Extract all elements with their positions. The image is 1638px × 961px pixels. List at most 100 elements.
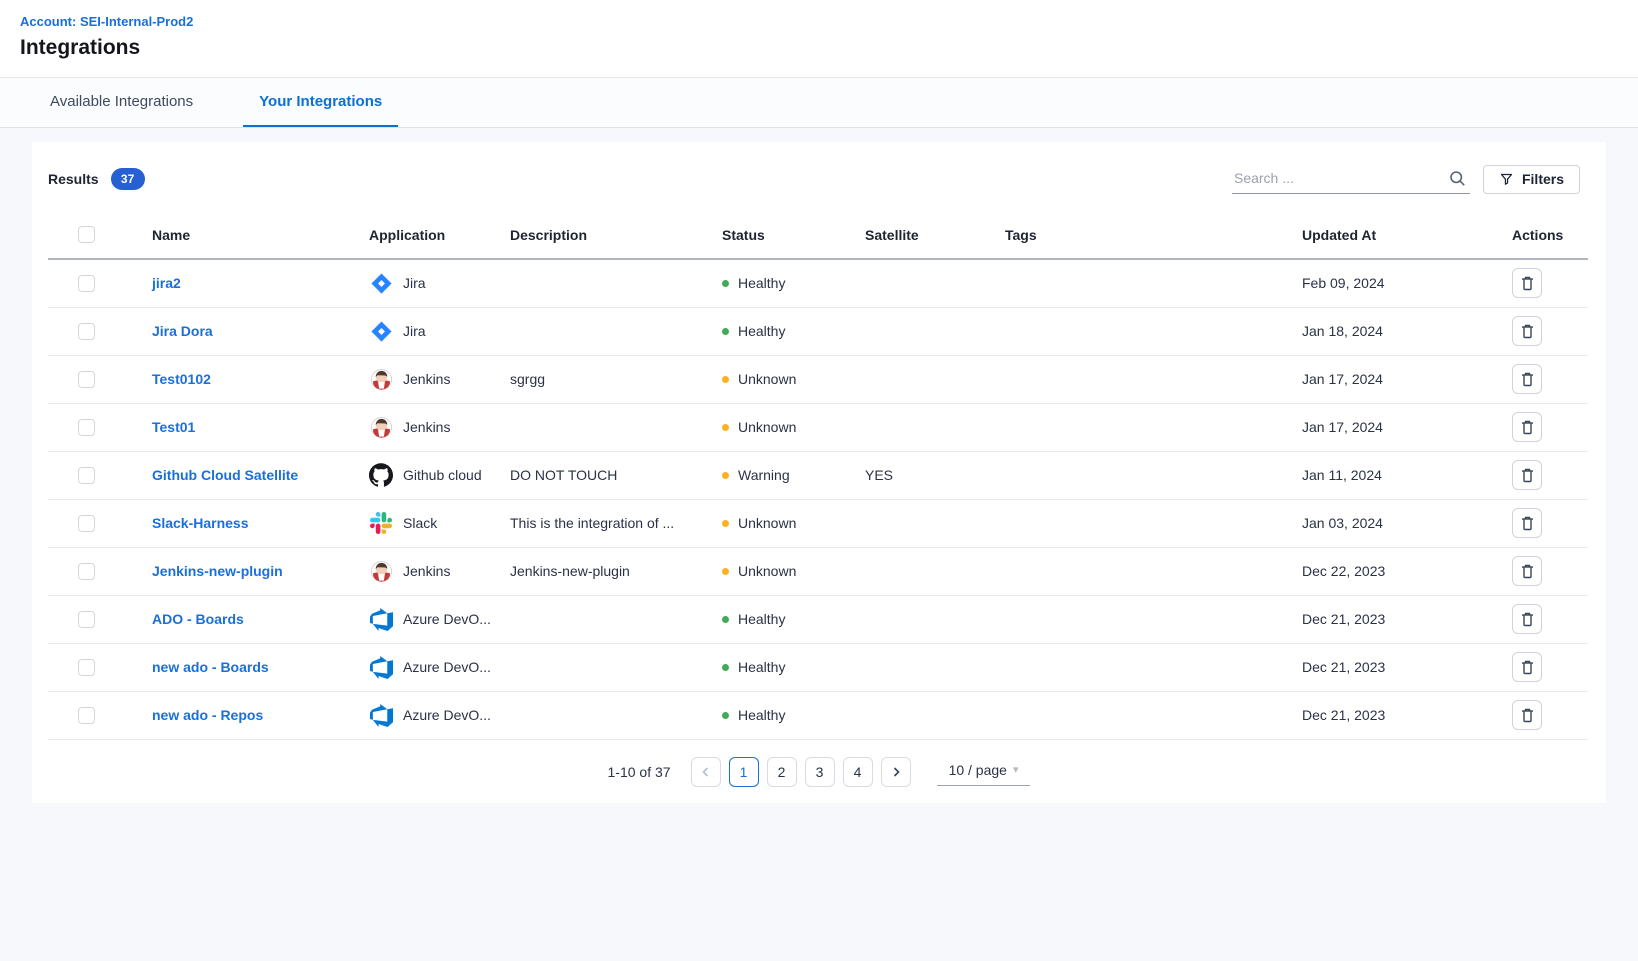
page-header: Account: SEI-Internal-Prod2 Integrations <box>0 0 1638 78</box>
table-row: Test0102 Jenkins sgrgg Unknown Jan 17, 2… <box>48 355 1588 403</box>
table-row: Slack-Harness Slack This is the integrat… <box>48 499 1588 547</box>
row-checkbox[interactable] <box>78 563 95 580</box>
delete-button[interactable] <box>1512 364 1542 394</box>
column-header-description: Description <box>498 212 710 259</box>
column-header-status: Status <box>710 212 853 259</box>
tab-your-integrations[interactable]: Your Integrations <box>243 78 398 127</box>
delete-button[interactable] <box>1512 316 1542 346</box>
trash-icon <box>1520 467 1535 483</box>
delete-button[interactable] <box>1512 412 1542 442</box>
azure-devops-icon <box>369 703 393 727</box>
integration-name-link[interactable]: ADO - Boards <box>152 611 244 627</box>
satellite-cell <box>853 595 993 643</box>
application-label: Azure DevO... <box>403 707 491 723</box>
row-checkbox[interactable] <box>78 611 95 628</box>
updated-at-cell: Dec 21, 2023 <box>1290 691 1500 739</box>
row-checkbox[interactable] <box>78 419 95 436</box>
delete-button[interactable] <box>1512 508 1542 538</box>
delete-button[interactable] <box>1512 652 1542 682</box>
updated-at-cell: Jan 18, 2024 <box>1290 307 1500 355</box>
status-dot <box>722 712 729 719</box>
description-cell <box>498 259 710 307</box>
status-label: Unknown <box>738 515 796 531</box>
filters-button[interactable]: Filters <box>1483 165 1580 194</box>
integration-name-link[interactable]: new ado - Boards <box>152 659 269 675</box>
description-cell <box>498 691 710 739</box>
tags-cell <box>993 595 1290 643</box>
description-cell: Jenkins-new-plugin <box>498 547 710 595</box>
table-row: Jira Dora Jira Healthy Jan 18, 2024 <box>48 307 1588 355</box>
table-row: new ado - Boards Azure DevO... Healthy D… <box>48 643 1588 691</box>
status-dot <box>722 520 729 527</box>
integration-name-link[interactable]: Test01 <box>152 419 195 435</box>
integration-name-link[interactable]: jira2 <box>152 275 181 291</box>
trash-icon <box>1520 275 1535 291</box>
integration-name-link[interactable]: Test0102 <box>152 371 211 387</box>
page-button-3[interactable]: 3 <box>805 757 835 787</box>
row-checkbox[interactable] <box>78 371 95 388</box>
jira-icon <box>369 271 393 295</box>
description-cell <box>498 595 710 643</box>
row-checkbox[interactable] <box>78 515 95 532</box>
updated-at-cell: Dec 21, 2023 <box>1290 595 1500 643</box>
integrations-table: NameApplicationDescriptionStatusSatellit… <box>32 212 1606 740</box>
satellite-cell <box>853 691 993 739</box>
application-label: Slack <box>403 515 437 531</box>
page-title: Integrations <box>20 36 1618 60</box>
satellite-cell <box>853 499 993 547</box>
status-dot <box>722 616 729 623</box>
github-icon <box>369 463 393 487</box>
tags-cell <box>993 307 1290 355</box>
delete-button[interactable] <box>1512 268 1542 298</box>
chevron-left-icon <box>700 766 712 778</box>
row-checkbox[interactable] <box>78 467 95 484</box>
delete-button[interactable] <box>1512 700 1542 730</box>
filter-funnel-icon <box>1499 172 1514 187</box>
row-checkbox[interactable] <box>78 659 95 676</box>
tags-cell <box>993 499 1290 547</box>
page-size-select[interactable]: 10 / page ▾ <box>937 758 1031 786</box>
search-box <box>1232 164 1470 194</box>
status-dot <box>722 328 729 335</box>
status-dot <box>722 424 729 431</box>
integration-name-link[interactable]: new ado - Repos <box>152 707 263 723</box>
table-row: new ado - Repos Azure DevO... Healthy De… <box>48 691 1588 739</box>
updated-at-cell: Jan 11, 2024 <box>1290 451 1500 499</box>
trash-icon <box>1520 371 1535 387</box>
application-label: Azure DevO... <box>403 611 491 627</box>
integration-name-link[interactable]: Slack-Harness <box>152 515 249 531</box>
row-checkbox[interactable] <box>78 275 95 292</box>
application-label: Jenkins <box>403 419 450 435</box>
page-button-2[interactable]: 2 <box>767 757 797 787</box>
status-dot <box>722 664 729 671</box>
slack-icon <box>369 511 393 535</box>
delete-button[interactable] <box>1512 556 1542 586</box>
integration-name-link[interactable]: Jenkins-new-plugin <box>152 563 283 579</box>
table-row: jira2 Jira Healthy Feb 09, 2024 <box>48 259 1588 307</box>
integration-name-link[interactable]: Github Cloud Satellite <box>152 467 298 483</box>
tab-available-integrations[interactable]: Available Integrations <box>48 78 195 127</box>
page-button-4[interactable]: 4 <box>843 757 873 787</box>
tags-cell <box>993 691 1290 739</box>
delete-button[interactable] <box>1512 604 1542 634</box>
row-checkbox[interactable] <box>78 323 95 340</box>
integration-name-link[interactable]: Jira Dora <box>152 323 213 339</box>
next-page-button[interactable] <box>881 757 911 787</box>
pagination-summary: 1-10 of 37 <box>608 764 671 780</box>
description-cell: This is the integration of ... <box>498 499 710 547</box>
jira-icon <box>369 319 393 343</box>
status-dot <box>722 568 729 575</box>
account-breadcrumb-link[interactable]: Account: SEI-Internal-Prod2 <box>20 14 193 29</box>
status-dot <box>722 376 729 383</box>
delete-button[interactable] <box>1512 460 1542 490</box>
results-count-badge: 37 <box>111 168 145 190</box>
page-button-1[interactable]: 1 <box>729 757 759 787</box>
application-label: Azure DevO... <box>403 659 491 675</box>
search-input[interactable] <box>1232 164 1470 194</box>
description-cell <box>498 403 710 451</box>
tab-bar: Available Integrations Your Integrations <box>0 78 1638 128</box>
status-dot <box>722 280 729 287</box>
row-checkbox[interactable] <box>78 707 95 724</box>
select-all-checkbox[interactable] <box>78 226 95 243</box>
previous-page-button[interactable] <box>691 757 721 787</box>
